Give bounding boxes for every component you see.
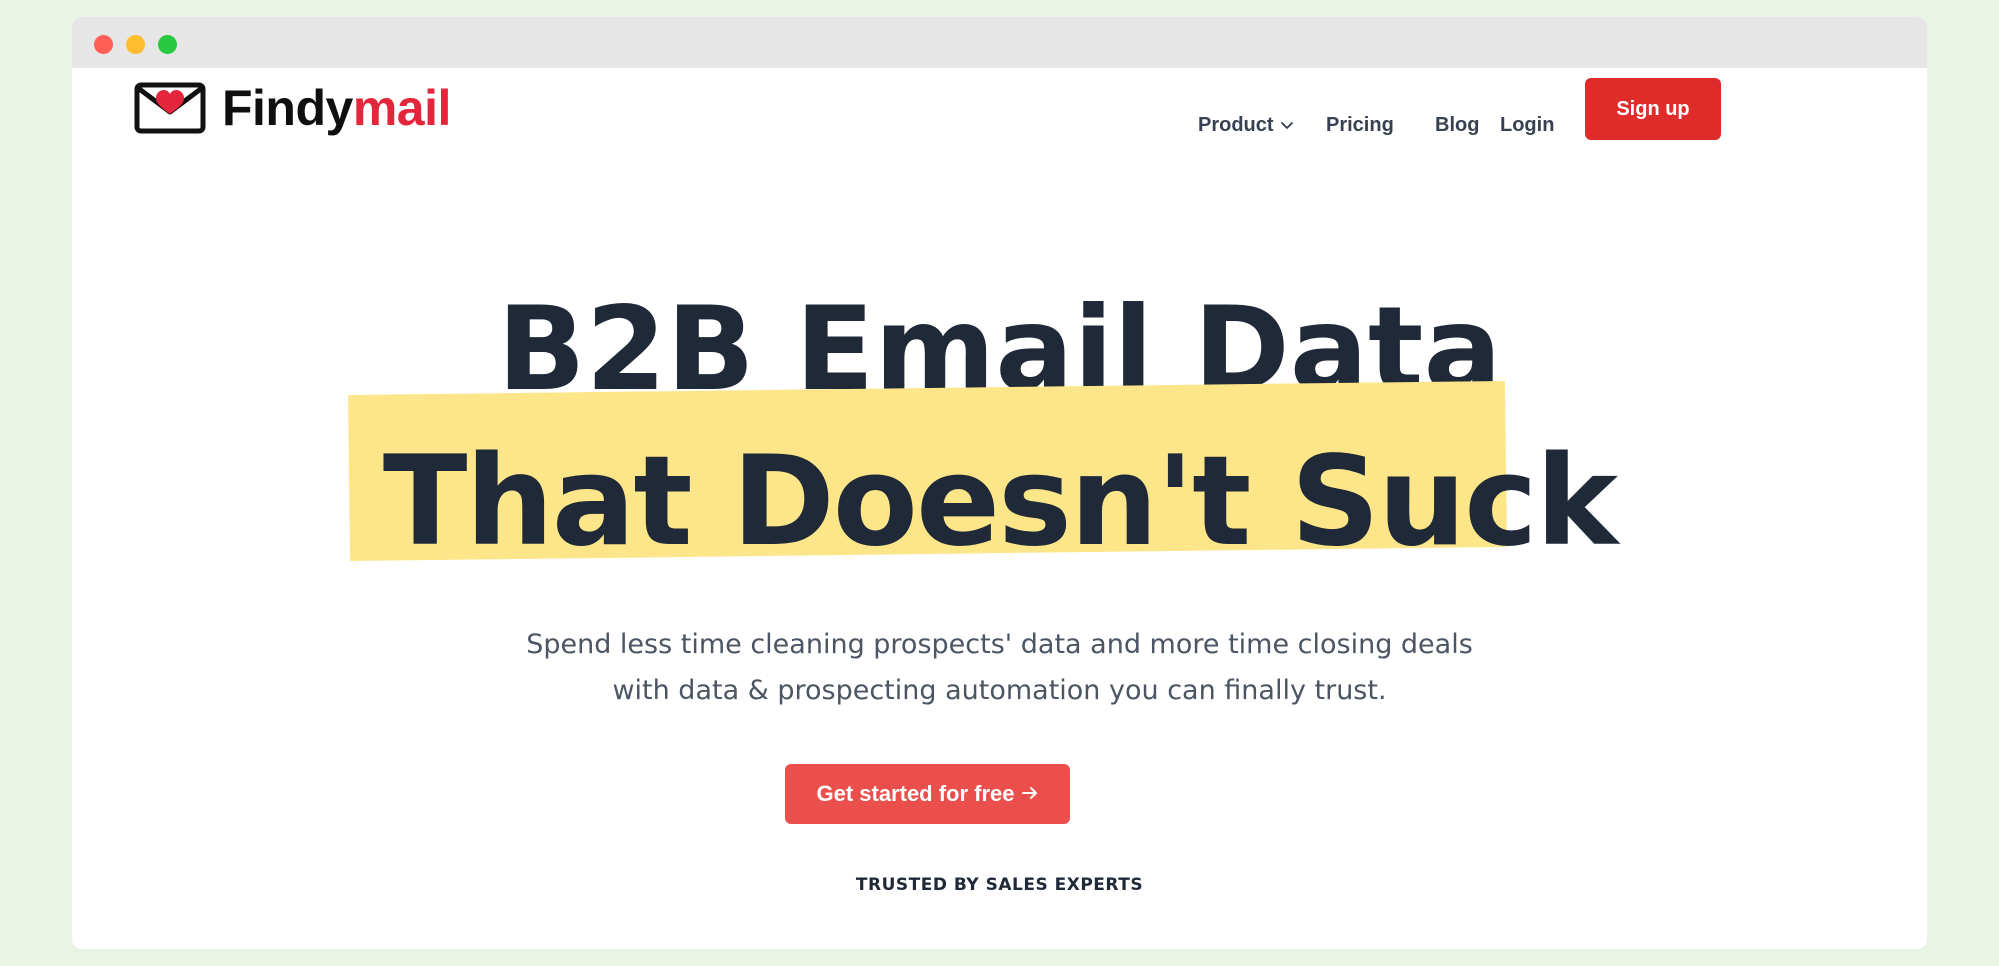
window-maximize-button[interactable] xyxy=(158,35,177,54)
get-started-button[interactable]: Get started for free xyxy=(785,764,1070,824)
get-started-label: Get started for free xyxy=(816,781,1015,806)
hero-subtitle-line1: Spend less time cleaning prospects' data… xyxy=(526,629,1473,660)
window-titlebar xyxy=(72,17,1927,68)
hero-subtitle: Spend less time cleaning prospects' data… xyxy=(0,622,1999,714)
nav-pricing-link[interactable]: Pricing xyxy=(1326,110,1394,140)
nav-product-label: Product xyxy=(1198,114,1274,136)
chevron-down-icon xyxy=(1280,110,1294,140)
nav-blog-link[interactable]: Blog xyxy=(1435,110,1479,140)
hero-subtitle-line2: with data & prospecting automation you c… xyxy=(612,675,1387,706)
nav-login-link[interactable]: Login xyxy=(1500,110,1554,140)
nav-product-menu[interactable]: Product xyxy=(1198,110,1294,140)
signup-button[interactable]: Sign up xyxy=(1585,78,1721,140)
window-minimize-button[interactable] xyxy=(126,35,145,54)
arrow-right-icon xyxy=(1021,781,1039,807)
hero-headline-line2: That Doesn't Suck xyxy=(382,430,1618,574)
trusted-by-label: TRUSTED BY SALES EXPERTS xyxy=(855,875,1144,895)
window-close-button[interactable] xyxy=(94,35,113,54)
